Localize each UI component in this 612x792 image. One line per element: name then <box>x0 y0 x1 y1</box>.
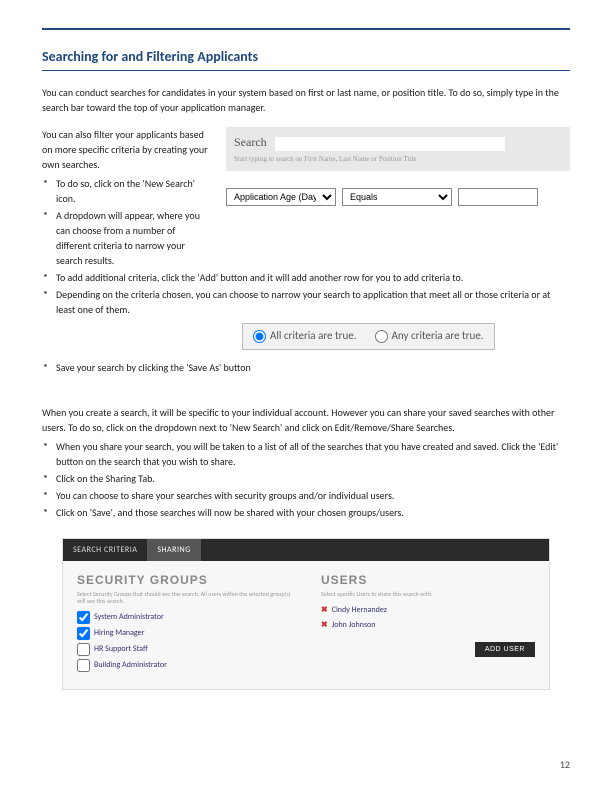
list-item: Click on 'Save', and those searches will… <box>42 505 570 520</box>
security-groups-title: SECURITY GROUPS <box>77 571 291 589</box>
share-intro-paragraph: When you create a search, it will be spe… <box>42 405 570 435</box>
search-hint: Start typing to search on First Name, La… <box>234 154 562 165</box>
top-rule <box>42 28 570 30</box>
users-column: USERS Select specific Users to share thi… <box>321 571 535 675</box>
share-bullet-list: When you share your search, you will be … <box>42 439 570 520</box>
list-item: To do so, click on the 'New Search' icon… <box>42 176 212 206</box>
security-group-item[interactable]: HR Support Staff <box>77 643 291 656</box>
user-item: ✖John Johnson <box>321 619 535 631</box>
filter-intro-text: You can also filter your applicants base… <box>42 127 212 172</box>
checkbox[interactable] <box>77 611 90 624</box>
remove-user-icon[interactable]: ✖ <box>321 604 328 616</box>
security-group-item[interactable]: Building Administrator <box>77 659 291 672</box>
list-item: When you share your search, you will be … <box>42 439 570 469</box>
tab-search-criteria[interactable]: SEARCH CRITERIA <box>63 539 147 561</box>
checkbox[interactable] <box>77 627 90 640</box>
intro-paragraph: You can conduct searches for candidates … <box>42 85 570 115</box>
checkbox[interactable] <box>77 643 90 656</box>
list-item: Click on the Sharing Tab. <box>42 471 570 486</box>
radio-any-input[interactable] <box>375 330 388 343</box>
list-item: A dropdown will appear, where you can ch… <box>42 208 212 268</box>
criteria-row: Application Age (Days) Equals <box>226 188 570 206</box>
criteria-value-input[interactable] <box>458 188 538 206</box>
radio-all-label: All criteria are true. <box>270 328 357 345</box>
criteria-field-select[interactable]: Application Age (Days) <box>226 188 336 206</box>
sharing-tabs: SEARCH CRITERIA SHARING <box>63 539 549 561</box>
checkbox[interactable] <box>77 659 90 672</box>
page-number: 12 <box>560 757 570 772</box>
users-title: USERS <box>321 571 535 589</box>
search-label: Search <box>234 133 267 151</box>
security-groups-column: SECURITY GROUPS Select Security Groups t… <box>77 571 291 675</box>
radio-any-criteria[interactable]: Any criteria are true. <box>375 328 484 345</box>
tab-sharing[interactable]: SHARING <box>147 539 200 561</box>
add-user-button[interactable]: ADD USER <box>475 642 535 657</box>
list-item: Save your search by clicking the 'Save A… <box>42 360 570 375</box>
users-sub: Select specific Users to share this sear… <box>321 591 535 598</box>
bullet-list-3: Save your search by clicking the 'Save A… <box>42 360 570 375</box>
security-groups-sub: Select Security Groups that should see t… <box>77 591 291 605</box>
bullet-list-2: To add additional criteria, click the 'A… <box>42 270 570 317</box>
list-item: Depending on the criteria chosen, you ca… <box>42 287 570 317</box>
radio-all-criteria[interactable]: All criteria are true. <box>253 328 357 345</box>
list-item: To add additional criteria, click the 'A… <box>42 270 570 285</box>
criteria-operator-select[interactable]: Equals <box>342 188 452 206</box>
list-item: You can choose to share your searches wi… <box>42 488 570 503</box>
criteria-radio-group: All criteria are true. Any criteria are … <box>242 323 495 350</box>
section-heading: Searching for and Filtering Applicants <box>42 46 570 71</box>
user-item: ✖Cindy Hernandez <box>321 604 535 616</box>
bullet-list-1: To do so, click on the 'New Search' icon… <box>42 176 212 268</box>
radio-any-label: Any criteria are true. <box>392 328 484 345</box>
sharing-panel: SEARCH CRITERIA SHARING SECURITY GROUPS … <box>62 538 550 690</box>
radio-all-input[interactable] <box>253 330 266 343</box>
search-input[interactable] <box>275 137 505 151</box>
security-group-item[interactable]: Hiring Manager <box>77 627 291 640</box>
search-widget: Search Start typing to search on First N… <box>226 127 570 171</box>
security-group-item[interactable]: System Administrator <box>77 611 291 624</box>
remove-user-icon[interactable]: ✖ <box>321 619 328 631</box>
